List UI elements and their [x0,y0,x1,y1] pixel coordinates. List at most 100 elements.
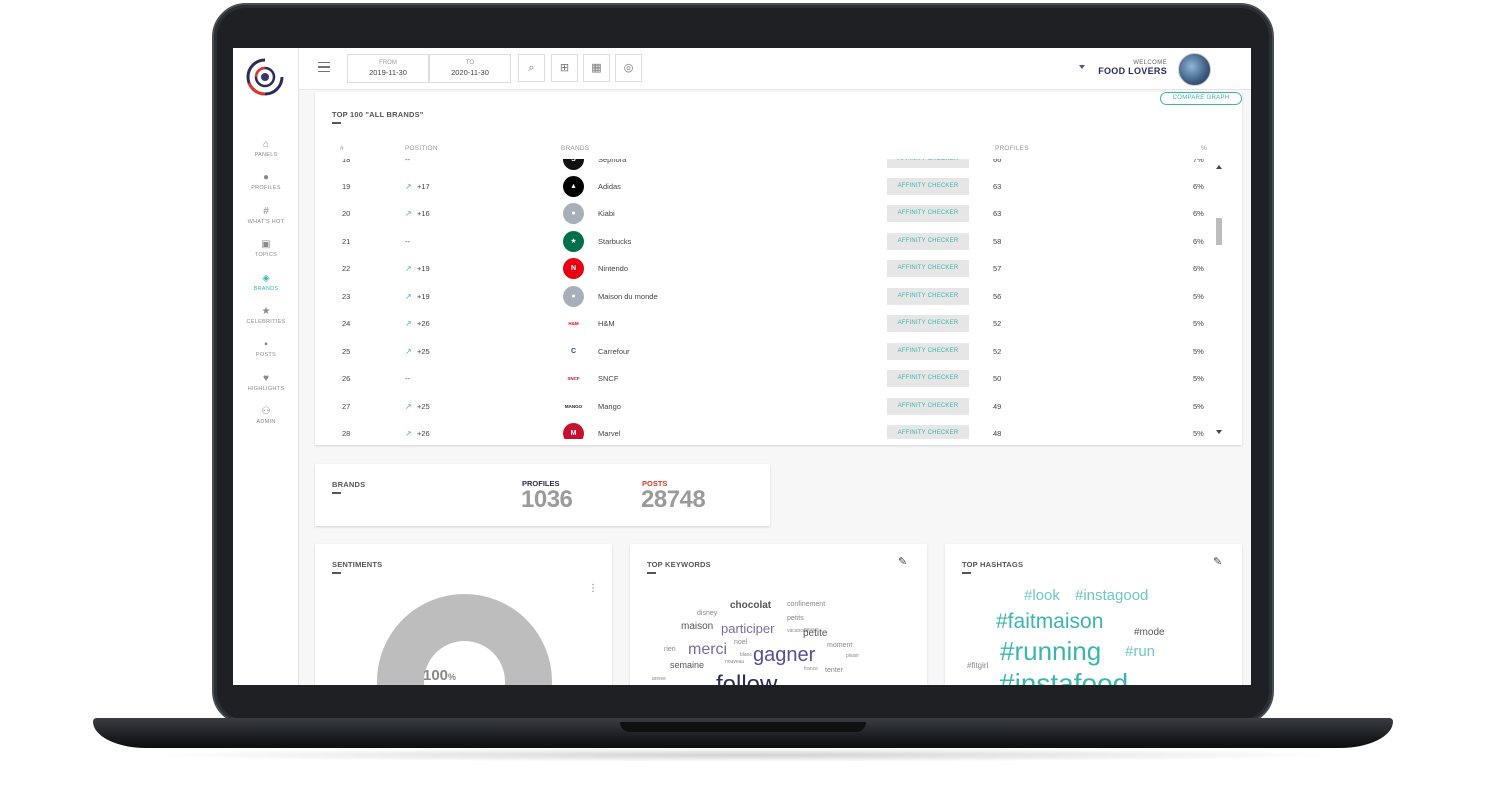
trend-up-icon: ↗ [405,347,412,356]
hashtag[interactable]: #faitmaison [996,611,1103,632]
affinity-checker-button[interactable]: AFFINITY CHECKER [887,233,969,250]
table-row[interactable]: 21 -- ★ Starbucks AFFINITY CHECKER 58 6% [316,228,1219,255]
affinity-checker-button[interactable]: AFFINITY CHECKER [887,425,969,439]
affinity-checker-button[interactable]: AFFINITY CHECKER [887,159,969,168]
sidebar-item-highlights[interactable]: ♥ HIGHLIGHTS [233,373,299,392]
sidebar-item-profiles[interactable]: ● PROFILES [233,172,299,191]
table-row[interactable]: 24 ↗ +26 H&M H&M AFFINITY CHECKER 52 5% [316,310,1219,337]
more-options-icon[interactable]: ⋮ [588,584,598,594]
app-screen: ⌂ PANELS ● PROFILES # WHAT'S HOT ▣ TOPICS ◈ BRAND… [233,48,1251,685]
row-percent: 7% [1193,159,1204,164]
sidebar-item-topics[interactable]: ▣ TOPICS [233,239,299,258]
row-brand-name: SNCF [598,374,619,383]
edit-hashtags-icon[interactable]: ✎ [1213,556,1225,568]
hashtags-title: TOP HASHTAGS [962,560,1024,574]
home-icon: ⌂ [262,139,270,150]
keyword[interactable]: semaine [670,661,704,670]
date-to-picker[interactable]: TO 2020-11-30 [429,54,511,83]
affinity-checker-button[interactable]: AFFINITY CHECKER [887,370,969,387]
table-row[interactable]: 26 -- SNCF SNCF AFFINITY CHECKER 50 5% [316,365,1219,392]
table-row[interactable]: 25 ↗ +25 C Carrefour AFFINITY CHECKER 52 5% [316,338,1219,365]
keyword[interactable]: annee [652,677,666,682]
hashtag[interactable]: #run [1125,644,1155,659]
hashtag[interactable]: #running [1000,638,1101,664]
keyword[interactable]: noel [734,639,747,646]
sidebar-item-panels[interactable]: ⌂ PANELS [233,139,299,158]
table-row[interactable]: 20 ↗ +16 ● Kiabi AFFINITY CHECKER 63 6% [316,200,1219,227]
sidebar-item-label: ADMIN [256,419,276,425]
sidebar-item-posts[interactable]: ▪ POSTS [233,339,299,358]
affinity-checker-button[interactable]: AFFINITY CHECKER [887,398,969,415]
scroll-down-arrow-icon[interactable] [1216,430,1222,434]
xls-export-button[interactable]: ▦ [583,54,610,82]
keyword[interactable]: confinement [787,601,825,608]
hashtag[interactable]: #look [1024,588,1060,603]
table-scrollbar[interactable] [1215,162,1223,439]
hashtag[interactable]: #instagood [1075,588,1148,603]
row-brand-name: Mango [598,402,621,411]
row-profiles: 57 [993,264,1002,273]
row-rank: 27 [342,402,351,411]
row-percent: 6% [1193,209,1204,218]
hashtag[interactable]: #instafood [999,670,1128,686]
hamburger-menu-icon[interactable] [318,62,330,72]
table-row[interactable]: 23 ↗ +19 ● Maison du monde AFFINITY CHECKER 56… [316,283,1219,310]
welcome-block[interactable]: WELCOME FOOD LOVERS [1098,60,1167,76]
keyword[interactable]: blanc [740,653,752,658]
row-brand-name: Sephora [598,159,627,164]
keyword[interactable]: rien [664,646,676,653]
search-icon: ⌕ [528,62,535,74]
compare-graph-button[interactable]: COMPARE GRAPH [1160,92,1242,105]
keyword[interactable]: petits [787,615,804,622]
row-profiles: 63 [993,182,1002,191]
user-dropdown-caret-icon[interactable] [1079,65,1085,69]
affinity-checker-button[interactable]: AFFINITY CHECKER [887,343,969,360]
table-row[interactable]: 18 -- S Sephora AFFINITY CHECKER 66 7% [316,159,1219,173]
sidebar-item-what-s-hot[interactable]: # WHAT'S HOT [233,206,299,225]
keyword[interactable]: chocolat [730,601,771,611]
edit-keywords-icon[interactable]: ✎ [898,556,910,568]
search-button[interactable]: ⌕ [518,54,545,82]
keyword[interactable]: follow [716,673,777,686]
date-from-picker[interactable]: FROM 2019-11-30 [347,54,429,83]
brand-logo: ▲ [563,176,584,197]
keyword[interactable]: tenter [825,667,843,674]
keyword[interactable]: maison [681,622,713,632]
keyword[interactable]: petite [803,629,827,639]
scroll-up-arrow-icon[interactable] [1216,165,1222,169]
affinity-checker-button[interactable]: AFFINITY CHECKER [887,315,969,332]
affinity-checker-button[interactable]: AFFINITY CHECKER [887,178,969,195]
instagram-button[interactable]: ◎ [615,54,642,82]
table-row[interactable]: 22 ↗ +19 N Nintendo AFFINITY CHECKER 57 6% [316,255,1219,282]
avatar[interactable] [1178,53,1211,86]
table-row[interactable]: 27 ↗ +25 MANGO Mango AFFINITY CHECKER 49 5% [316,393,1219,420]
tag-icon: ◈ [262,273,270,284]
sidebar-item-brands[interactable]: ◈ BRANDS [233,273,299,292]
keyword[interactable]: france [804,667,818,672]
table-row[interactable]: 28 ↗ +26 M Marvel AFFINITY CHECKER 48 5% [316,420,1219,439]
affinity-checker-button[interactable]: AFFINITY CHECKER [887,205,969,222]
app-logo[interactable] [245,57,285,97]
keyword[interactable]: nouveau [725,660,744,665]
hashtag[interactable]: #fitgirl [967,662,988,670]
row-rank: 20 [342,209,351,218]
row-position: +19 [417,264,430,273]
keyword[interactable]: moment [827,642,852,649]
keyword[interactable]: plaisir [846,654,859,659]
sidebar-item-label: HIGHLIGHTS [247,386,285,392]
scrollbar-thumb[interactable] [1216,218,1222,245]
keyword[interactable]: participer [721,622,774,635]
affinity-checker-button[interactable]: AFFINITY CHECKER [887,288,969,305]
sidebar-item-label: PROFILES [251,185,281,191]
keyword[interactable]: gagner [753,645,815,665]
table-row[interactable]: 19 ↗ +17 ▲ Adidas AFFINITY CHECKER 63 6% [316,173,1219,200]
hierarchy-icon: ⊞ [559,62,570,74]
sidebar-item-celebrities[interactable]: ★ CELEBRITIES [233,306,299,325]
hashtag[interactable]: #mode [1134,628,1165,638]
keyword[interactable]: merci [688,642,727,658]
sidebar-item-admin[interactable]: ⚇ ADMIN [233,406,299,425]
keyword[interactable]: disney [697,610,717,617]
hierarchy-button[interactable]: ⊞ [551,54,578,82]
affinity-checker-button[interactable]: AFFINITY CHECKER [887,260,969,277]
instagram-icon: ◎ [623,62,634,74]
